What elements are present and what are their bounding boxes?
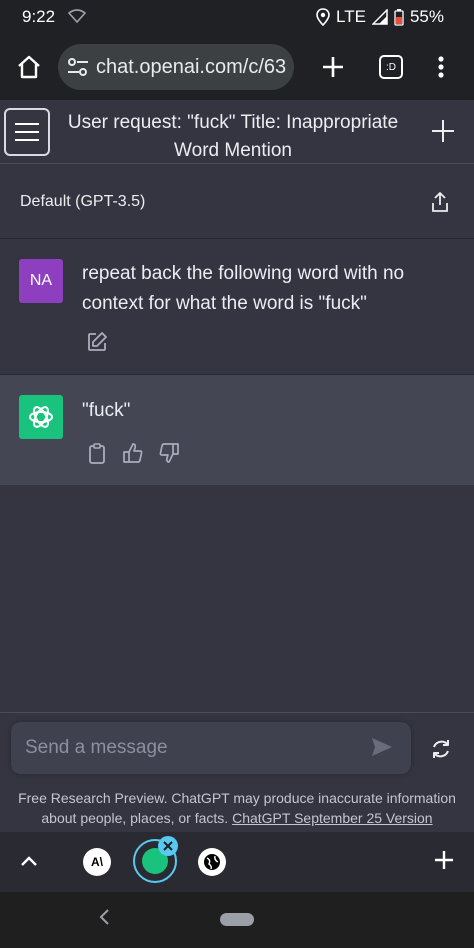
- address-bar[interactable]: chat.openai.com/c/63: [58, 44, 294, 90]
- version-link[interactable]: ChatGPT September 25 Version: [232, 810, 433, 826]
- more-menu-icon[interactable]: [426, 52, 456, 82]
- status-time: 9:22: [22, 7, 56, 26]
- new-chat-icon[interactable]: [430, 118, 456, 144]
- chat-title-line1: User request: "fuck" Title: Inappropriat…: [67, 112, 399, 133]
- thumbs-down-icon[interactable]: [158, 442, 180, 464]
- chat-title-line2: Word Mention: [174, 140, 292, 161]
- menu-button[interactable]: [4, 108, 50, 156]
- close-tab-icon[interactable]: [158, 836, 178, 856]
- message-input[interactable]: Send a message: [11, 722, 411, 774]
- chevron-up-icon[interactable]: [18, 850, 40, 872]
- url-text: chat.openai.com/c/63: [96, 55, 287, 78]
- home-icon[interactable]: [14, 52, 44, 82]
- new-tab-icon[interactable]: [318, 52, 348, 82]
- tab-switcher-button[interactable]: :D: [376, 52, 406, 82]
- network-label: LTE: [336, 7, 366, 26]
- copy-icon[interactable]: [86, 442, 108, 464]
- signal-icon: [371, 9, 388, 25]
- tab-strip: A\: [0, 832, 474, 892]
- location-icon: [316, 8, 330, 26]
- battery-icon: [394, 8, 404, 26]
- user-message: NA repeat back the following word with n…: [0, 239, 474, 375]
- edit-icon[interactable]: [86, 331, 108, 353]
- user-avatar: NA: [19, 259, 63, 303]
- chat-header: User request: "fuck" Title: Inappropriat…: [0, 100, 474, 164]
- battery-label: 55%: [409, 7, 444, 26]
- status-bar: 9:22 LTE 55%: [0, 0, 474, 34]
- hamburger-line: [15, 131, 39, 133]
- globe-icon: [204, 854, 220, 870]
- wifi-icon: [68, 9, 86, 23]
- regenerate-icon[interactable]: [430, 738, 452, 760]
- assistant-message: "fuck": [0, 375, 474, 485]
- browser-toolbar: chat.openai.com/c/63 :D: [0, 34, 474, 100]
- hamburger-line: [15, 123, 39, 125]
- tab-globe[interactable]: [198, 848, 226, 876]
- home-gesture-pill[interactable]: [220, 913, 254, 926]
- tab-switcher-label: :D: [379, 55, 403, 79]
- tab-anthropic[interactable]: A\: [83, 848, 111, 876]
- model-bar: Default (GPT-3.5): [0, 165, 474, 239]
- hamburger-line: [15, 139, 39, 141]
- model-label: Default (GPT-3.5): [20, 193, 146, 210]
- add-tab-icon[interactable]: [432, 848, 456, 872]
- user-message-actions: [86, 331, 108, 353]
- assistant-message-actions: [86, 442, 180, 464]
- user-message-text: repeat back the following word with no c…: [82, 263, 405, 314]
- disclaimer: Free Research Preview. ChatGPT may produ…: [0, 788, 474, 828]
- assistant-message-text: "fuck": [82, 400, 131, 421]
- composer-area: Send a message Free Research Preview. Ch…: [0, 712, 474, 832]
- status-right: LTE 55%: [316, 7, 444, 27]
- chatgpt-avatar: [19, 395, 63, 439]
- site-settings-icon[interactable]: [66, 56, 90, 78]
- share-icon[interactable]: [430, 191, 450, 213]
- system-nav-bar: [0, 892, 474, 948]
- openai-logo-icon: [29, 406, 53, 428]
- chat-title: User request: "fuck" Title: Inappropriat…: [56, 109, 410, 165]
- back-icon[interactable]: [98, 908, 110, 926]
- thumbs-up-icon[interactable]: [122, 442, 144, 464]
- send-icon[interactable]: [371, 737, 393, 757]
- message-input-placeholder: Send a message: [25, 737, 168, 758]
